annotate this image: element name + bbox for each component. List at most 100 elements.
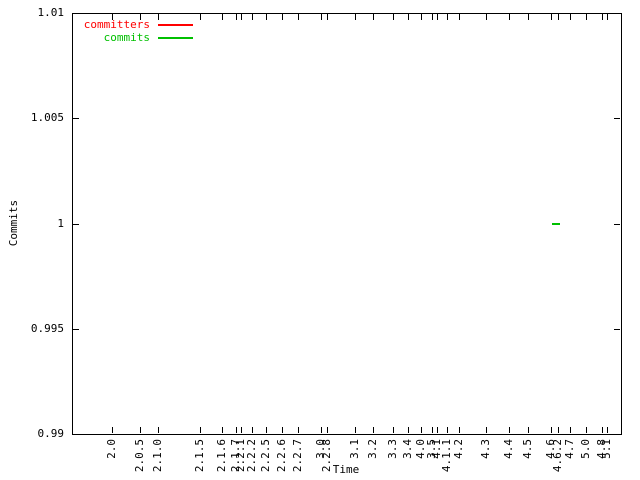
x-axis-tick (252, 427, 253, 433)
legend-line-sample (158, 37, 193, 39)
x-axis-tick (528, 427, 529, 433)
x-axis-tick (373, 427, 374, 433)
x-axis-tick-top (200, 14, 201, 20)
x-axis-tick-top (486, 14, 487, 20)
x-axis-tick (393, 427, 394, 433)
legend-line-sample (158, 24, 193, 26)
series-commits-segment (552, 223, 560, 225)
x-axis-tick-top (327, 14, 328, 20)
x-axis-tick-top (602, 14, 603, 20)
x-axis-tick (602, 427, 603, 433)
x-axis-tick-top (236, 14, 237, 20)
x-axis-tick-top (222, 14, 223, 20)
y-axis-tick-right (614, 434, 620, 435)
x-axis-tick-top (266, 14, 267, 20)
x-axis-tick (158, 427, 159, 433)
x-axis-tick (327, 427, 328, 433)
x-axis-tick-top (570, 14, 571, 20)
plot-border (72, 13, 622, 435)
x-axis-tick (140, 427, 141, 433)
x-axis-tick (509, 427, 510, 433)
x-axis-tick-label: 2.1.5 (193, 439, 206, 473)
legend-label: commits (103, 31, 150, 44)
x-axis-tick-top (321, 14, 322, 20)
y-axis-tick-right (614, 118, 620, 119)
x-axis-tick-top (421, 14, 422, 20)
x-axis-tick-label: 5.1 (600, 439, 613, 459)
x-axis-tick-top (509, 14, 510, 20)
x-axis-tick-label: 2.1.0 (151, 439, 164, 473)
y-axis-tick-label: 1.005 (30, 111, 64, 124)
gnuplot-chart: Commits Time committers commits 2.0 2.0.5 2… (0, 0, 640, 480)
x-axis-tick-label: 3.4 (401, 439, 414, 459)
x-axis-tick-label: 4.2 (452, 439, 465, 459)
x-axis-tick-top (112, 14, 113, 20)
y-axis-tick-label: 0.995 (30, 322, 64, 335)
x-axis-tick (321, 427, 322, 433)
x-axis-tick-label: 3.3 (386, 439, 399, 459)
legend-label: committers (83, 18, 150, 31)
x-axis-tick (447, 427, 448, 433)
x-axis-tick (200, 427, 201, 433)
x-axis-tick-top (373, 14, 374, 20)
x-axis-tick (355, 427, 356, 433)
x-axis-tick-top (437, 14, 438, 20)
y-axis-tick (73, 329, 79, 330)
x-axis-tick-label: 3.2 (366, 439, 379, 459)
x-axis-tick (421, 427, 422, 433)
x-axis-tick (570, 427, 571, 433)
x-axis-tick-label: 2.2.2 (245, 439, 258, 473)
x-axis-tick-top (158, 14, 159, 20)
x-axis-tick-top (607, 14, 608, 20)
y-axis-tick (73, 434, 79, 435)
x-axis-tick-top (432, 14, 433, 20)
x-axis-tick (112, 427, 113, 433)
x-axis-tick-label: 2.0 (105, 439, 118, 459)
x-axis-tick (459, 427, 460, 433)
y-axis-tick-label: 1.01 (37, 6, 65, 19)
x-axis-tick-top (586, 14, 587, 20)
x-axis-tick (236, 427, 237, 433)
y-axis-tick-right (614, 13, 620, 14)
x-axis-tick (408, 427, 409, 433)
x-axis-tick (298, 427, 299, 433)
x-axis-tick-label: 2.1.6 (215, 439, 228, 473)
x-axis-tick-top (298, 14, 299, 20)
x-axis-tick (222, 427, 223, 433)
x-axis-tick (486, 427, 487, 433)
x-axis-tick-top (447, 14, 448, 20)
x-axis-tick (282, 427, 283, 433)
x-axis-tick-top (408, 14, 409, 20)
y-axis-tick-label: 0.99 (37, 427, 65, 440)
x-axis-tick-label: 2.2.5 (259, 439, 272, 473)
x-axis-tick-label: 4.4 (502, 439, 515, 459)
y-axis-tick (73, 224, 79, 225)
x-axis-tick-top (459, 14, 460, 20)
x-axis-tick (551, 427, 552, 433)
x-axis-tick-top (140, 14, 141, 20)
x-axis-tick-label: 2.0.5 (133, 439, 146, 473)
x-axis-tick-top (355, 14, 356, 20)
x-axis-tick-top (528, 14, 529, 20)
x-axis-tick-top (282, 14, 283, 20)
x-axis-tick-label: 4.5 (521, 439, 534, 459)
y-axis-tick-right (614, 224, 620, 225)
x-axis-tick (241, 427, 242, 433)
x-axis-tick (607, 427, 608, 433)
x-axis-tick (437, 427, 438, 433)
x-axis-tick-label: 2.2.6 (275, 439, 288, 473)
x-axis-tick (558, 427, 559, 433)
y-axis-tick (73, 13, 79, 14)
x-axis-tick-top (252, 14, 253, 20)
x-axis-tick (586, 427, 587, 433)
x-axis-tick-top (558, 14, 559, 20)
x-axis-tick-top (551, 14, 552, 20)
y-axis-tick-label: 1 (57, 217, 64, 230)
x-axis-tick (266, 427, 267, 433)
x-axis-tick-label: 4.7 (563, 439, 576, 459)
x-axis-tick-label: 5.0 (579, 439, 592, 459)
x-axis-tick-label: 2.2.7 (291, 439, 304, 473)
x-axis-tick-label: 4.3 (479, 439, 492, 459)
x-axis-tick (432, 427, 433, 433)
x-axis-tick-label: 2.2.8 (320, 439, 333, 473)
